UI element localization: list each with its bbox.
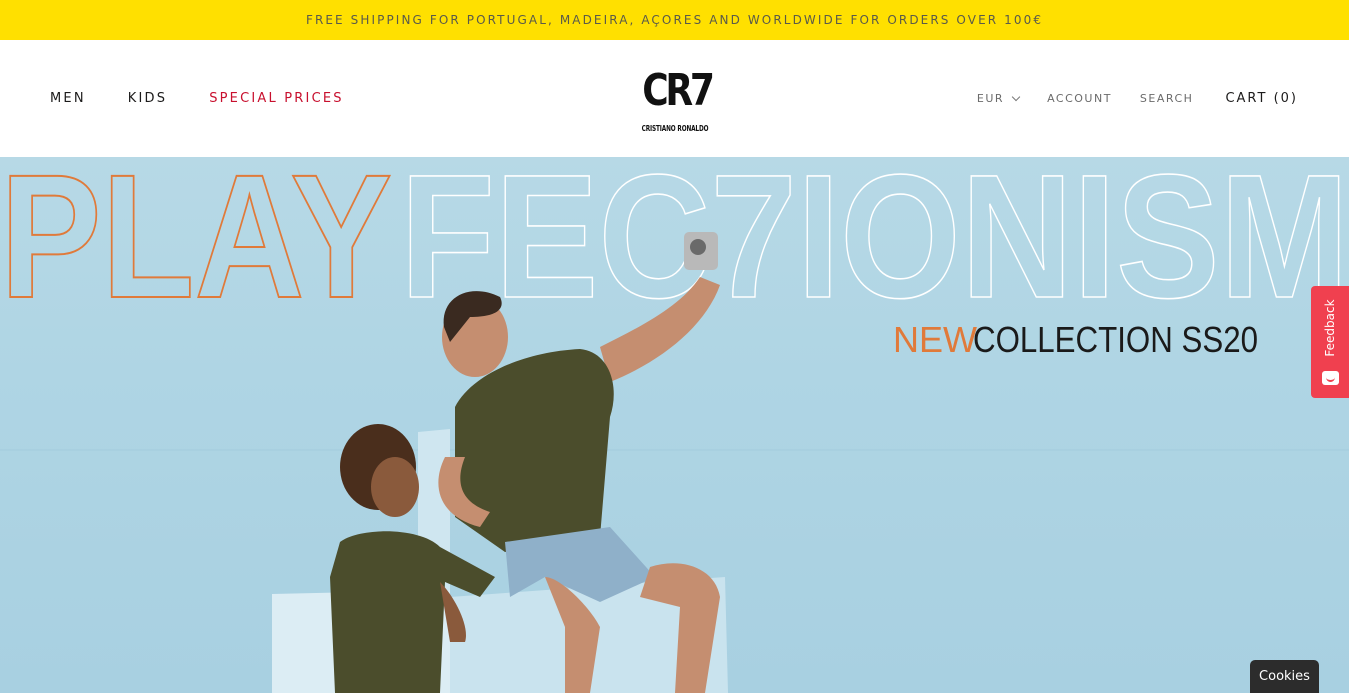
hero-scene: PLAY FEC7IONISM NEW COLLECTION SS20 <box>0 157 1349 693</box>
search-link[interactable]: SEARCH <box>1140 92 1194 105</box>
cart-link[interactable]: CART (0) <box>1225 91 1298 106</box>
announcement-text: FREE SHIPPING FOR PORTUGAL, MADEIRA, AÇO… <box>305 13 1044 27</box>
cookies-button[interactable]: Cookies <box>1250 660 1319 693</box>
account-link[interactable]: ACCOUNT <box>1047 92 1112 105</box>
logo-subtitle: CRISTIANO RONALDO <box>641 124 709 133</box>
headline-fectionism: FEC7IONISM <box>400 157 1349 335</box>
smiley-icon <box>1322 371 1339 385</box>
currency-selector[interactable]: EUR <box>976 92 1021 105</box>
nav-link-special-prices[interactable]: SPECIAL PRICES <box>209 91 344 106</box>
utility-nav: EUR ACCOUNT SEARCH CART (0) <box>977 40 1298 157</box>
site-header: MEN KIDS SPECIAL PRICES CR7 CRISTIANO RO… <box>0 40 1349 157</box>
chevron-down-icon <box>1011 92 1021 101</box>
headline-play: PLAY <box>0 157 392 335</box>
nav-link-men[interactable]: MEN <box>50 91 86 106</box>
cart-label: CART <box>1225 91 1268 106</box>
currency-value: EUR <box>976 92 1005 105</box>
cart-count: (0) <box>1273 91 1298 106</box>
main-nav: MEN KIDS SPECIAL PRICES <box>50 40 344 157</box>
tagline-new: NEW <box>893 319 977 360</box>
announcement-bar: FREE SHIPPING FOR PORTUGAL, MADEIRA, AÇO… <box>0 0 1349 40</box>
feedback-label: Feedback <box>1323 299 1337 357</box>
hero-banner[interactable]: PLAY FEC7IONISM NEW COLLECTION SS20 <box>0 157 1349 693</box>
nav-link-kids[interactable]: KIDS <box>128 91 167 106</box>
feedback-tab[interactable]: Feedback <box>1311 286 1349 398</box>
cr7-logo[interactable]: CR7 CRISTIANO RONALDO <box>635 58 715 140</box>
logo-wordmark: CR7 <box>642 65 715 116</box>
tagline-collection: COLLECTION SS20 <box>973 319 1258 360</box>
